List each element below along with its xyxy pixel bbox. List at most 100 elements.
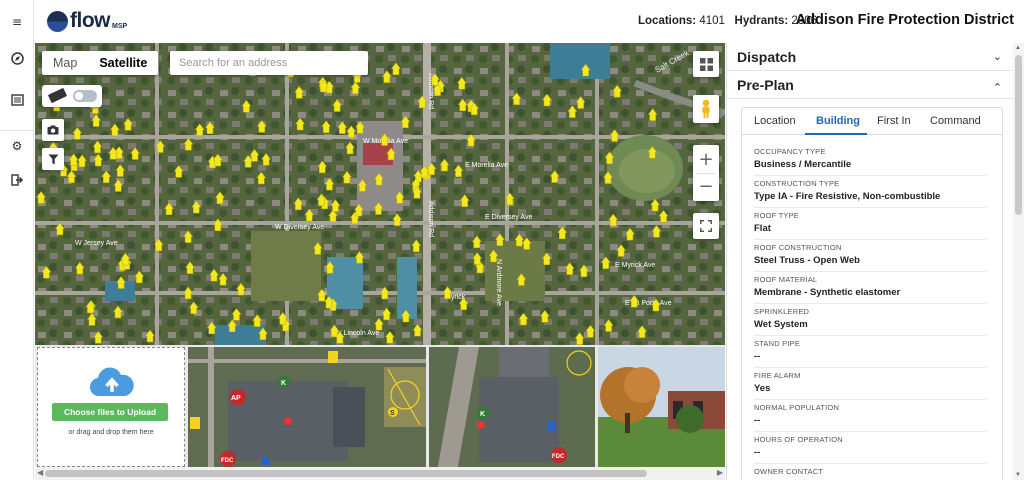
field-fire-alarm: FIRE ALARM Yes — [754, 368, 986, 400]
field-value: Yes — [754, 383, 771, 394]
scroll-right-icon[interactable]: ▶ — [717, 468, 723, 477]
menu-collapse-icon[interactable]: ≡ — [9, 14, 25, 30]
book-icon[interactable] — [9, 94, 25, 110]
scroll-up-icon[interactable]: ▲ — [1015, 45, 1021, 51]
logout-icon[interactable] — [9, 174, 25, 190]
preplan-card: Location Building First In Command OCCUP… — [741, 107, 1003, 480]
field-value: Membrane - Synthetic elastomer — [754, 287, 901, 298]
scroll-left-icon[interactable]: ◀ — [37, 468, 43, 477]
logo-mark-icon — [47, 10, 68, 32]
street-view-pegman[interactable] — [693, 95, 719, 123]
district-name: Addison Fire Protection District — [795, 12, 1014, 28]
grid-icon — [699, 57, 713, 71]
scroll-down-icon[interactable]: ▼ — [1015, 472, 1021, 478]
tab-map[interactable]: Map — [42, 51, 88, 75]
field-hours-of-operation: HOURS OF OPERATION -- — [754, 432, 986, 464]
vertical-scroll-thumb[interactable] — [1015, 55, 1022, 215]
zoom-out-button[interactable]: − — [698, 174, 713, 201]
locations-count: 4101 — [699, 15, 725, 27]
field-stand-pipe: STAND PIPE -- — [754, 336, 986, 368]
logo-wordmark: flow — [70, 9, 111, 32]
field-value: -- — [754, 415, 761, 426]
fullscreen-icon — [700, 220, 712, 232]
badge-fdc: FDC — [221, 458, 234, 464]
counts-summary: Locations: 4101 Hydrants: 2306 — [638, 15, 817, 27]
compass-icon[interactable] — [9, 52, 25, 68]
badge-k-2: K — [480, 411, 485, 418]
map-type-toggle: Map Satellite — [42, 51, 159, 75]
zoom-controls: + − — [693, 145, 719, 201]
upload-dropzone[interactable]: Choose files to Upload or drag and drop … — [37, 347, 185, 467]
details-panel: Dispatch ⌄ Pre-Plan ⌃ Location Building … — [726, 43, 1013, 480]
preplan-section-header[interactable]: Pre-Plan ⌃ — [727, 71, 1013, 99]
field-label: ROOF TYPE — [754, 211, 800, 220]
fullscreen-button[interactable] — [693, 213, 719, 239]
upload-hint: or drag and drop them here — [68, 429, 154, 436]
street-label: E Myrick Ave — [615, 262, 655, 269]
camera-icon — [47, 125, 59, 135]
locations-label: Locations: — [638, 15, 697, 27]
field-value: -- — [754, 447, 761, 458]
field-roof-type: ROOF TYPE Flat — [754, 208, 986, 240]
field-value: Business / Mercantile — [754, 159, 852, 170]
field-label: ROOF CONSTRUCTION — [754, 243, 842, 252]
app-logo[interactable]: flow MSP — [47, 9, 128, 32]
field-construction-type: CONSTRUCTION TYPE Type IA - Fire Resisti… — [754, 176, 986, 208]
street-label: W Jersey Ave — [75, 240, 118, 247]
field-label: OCCUPANCY TYPE — [754, 147, 826, 156]
layers-grid-button[interactable] — [693, 51, 719, 77]
gear-icon[interactable]: ⚙ — [9, 138, 25, 154]
field-label: CONSTRUCTION TYPE — [754, 179, 840, 188]
preplan-thumbnail-1[interactable]: AP K FDC S — [188, 347, 426, 467]
field-roof-material: ROOF MATERIAL Membrane - Synthetic elast… — [754, 272, 986, 304]
field-value: -- — [754, 351, 761, 362]
attachments-strip: Choose files to Upload or drag and drop … — [35, 345, 725, 467]
field-label: ROOF MATERIAL — [754, 275, 818, 284]
chevron-up-icon: ⌃ — [992, 81, 1002, 94]
badge-fdc-2: FDC — [552, 454, 565, 460]
zoom-in-button[interactable]: + — [698, 146, 713, 173]
field-label: HOURS OF OPERATION — [754, 435, 843, 444]
tab-first-in[interactable]: First In — [877, 115, 911, 127]
tab-location[interactable]: Location — [754, 115, 796, 127]
field-label: SPRINKLERED — [754, 307, 810, 316]
field-value: Type IA - Fire Resistive, Non-combustibl… — [754, 191, 941, 202]
pegman-icon — [702, 99, 710, 118]
field-label: OWNER CONTACT — [754, 467, 824, 476]
address-search-input[interactable] — [170, 51, 368, 75]
street-label: E Diversey Ave — [485, 214, 532, 221]
filter-button[interactable] — [42, 148, 64, 170]
field-value: Steel Truss - Open Web — [754, 255, 860, 266]
map-imagery[interactable]: Salt Creek W Morelia AveE Morelia AveW D… — [35, 43, 725, 345]
badge-ap: AP — [231, 395, 241, 402]
dispatch-title: Dispatch — [737, 49, 797, 65]
field-owner-contact: OWNER CONTACT — [754, 464, 986, 480]
building-photo-thumbnail[interactable] — [598, 347, 725, 467]
satellite-map[interactable]: Salt Creek W Morelia AveE Morelia AveW D… — [35, 43, 725, 345]
horizontal-scrollbar[interactable]: ◀ ▶ — [35, 467, 725, 480]
camera-button[interactable] — [42, 119, 64, 141]
field-roof-construction: ROOF CONSTRUCTION Steel Truss - Open Web — [754, 240, 986, 272]
dispatch-section-header[interactable]: Dispatch ⌄ — [727, 43, 1013, 71]
measure-toggle[interactable] — [73, 90, 97, 102]
street-label: Addison Rd — [427, 201, 434, 237]
street-label: N Ardmore Ave — [495, 259, 502, 306]
choose-files-button[interactable]: Choose files to Upload — [52, 403, 168, 421]
preplan-tabs: Location Building First In Command — [742, 108, 1002, 135]
active-tab-indicator — [805, 133, 867, 135]
left-rail: ≡ ⚙ — [0, 0, 34, 480]
top-header: flow MSP Locations: 4101 Hydrants: 2306 … — [34, 0, 1024, 42]
horizontal-scroll-thumb[interactable] — [45, 470, 647, 477]
street-label: E Morelia Ave — [465, 162, 508, 169]
field-normal-population: NORMAL POPULATION -- — [754, 400, 986, 432]
preplan-thumbnail-2[interactable]: K FDC — [429, 347, 595, 467]
field-label: NORMAL POPULATION — [754, 403, 840, 412]
tab-satellite[interactable]: Satellite — [88, 51, 158, 75]
badge-s: S — [390, 410, 395, 417]
badge-k: K — [281, 380, 286, 387]
logo-suffix: MSP — [112, 23, 128, 30]
tab-building[interactable]: Building — [816, 115, 860, 127]
cloud-upload-icon — [89, 367, 134, 397]
tab-command[interactable]: Command — [930, 115, 981, 127]
vertical-scrollbar[interactable]: ▲ ▼ — [1013, 43, 1024, 480]
